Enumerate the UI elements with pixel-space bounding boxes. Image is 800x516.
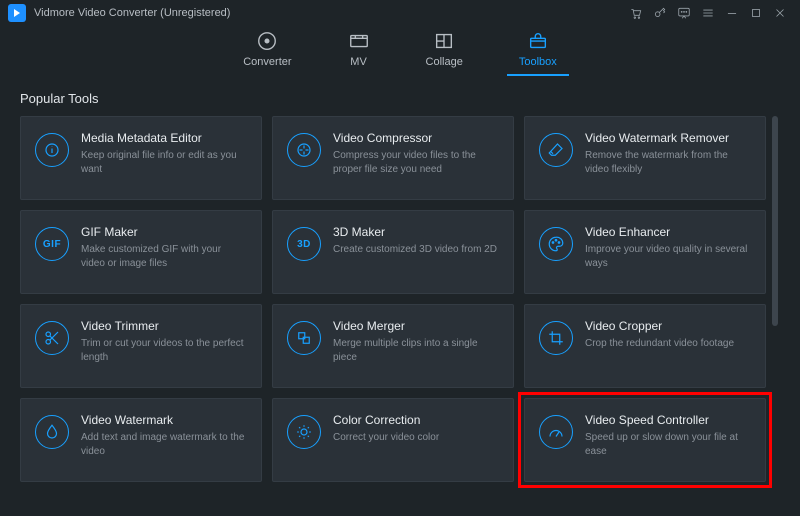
menu-icon[interactable] — [696, 1, 720, 25]
tool-card-desc: Compress your video files to the proper … — [333, 149, 499, 177]
tool-card-title: Video Merger — [333, 319, 499, 333]
tool-card-title: Video Compressor — [333, 131, 499, 145]
3d-icon: 3D — [287, 227, 321, 261]
tool-card-title: Video Speed Controller — [585, 413, 751, 427]
tool-card-desc: Speed up or slow down your file at ease — [585, 431, 751, 459]
crop-icon — [539, 321, 573, 355]
tool-card-desc: Trim or cut your videos to the perfect l… — [81, 337, 247, 365]
gauge-icon — [539, 415, 573, 449]
tool-card-title: GIF Maker — [81, 225, 247, 239]
feedback-icon[interactable] — [672, 1, 696, 25]
tool-card-video-watermark-remover[interactable]: Video Watermark Remover Remove the waterm… — [524, 116, 766, 200]
tool-card-title: Color Correction — [333, 413, 499, 427]
scrollbar-thumb[interactable] — [772, 116, 778, 326]
sun-icon — [287, 415, 321, 449]
tab-collage[interactable]: Collage — [426, 32, 463, 76]
tool-card-body: 3D Maker Create customized 3D video from … — [333, 225, 499, 257]
tool-card-title: Video Cropper — [585, 319, 751, 333]
tool-card-3d-maker[interactable]: 3D 3D Maker Create customized 3D video fro… — [272, 210, 514, 294]
titlebar: Vidmore Video Converter (Unregistered) — [0, 0, 800, 26]
palette-icon — [539, 227, 573, 261]
tool-card-video-compressor[interactable]: Video Compressor Compress your video file… — [272, 116, 514, 200]
tool-card-body: Video Cropper Crop the redundant video fo… — [585, 319, 751, 351]
tool-card-desc: Improve your video quality in several wa… — [585, 243, 751, 271]
tool-card-title: 3D Maker — [333, 225, 499, 239]
tool-card-video-merger[interactable]: Video Merger Merge multiple clips into a … — [272, 304, 514, 388]
tool-card-body: Video Trimmer Trim or cut your videos to … — [81, 319, 247, 365]
tool-card-desc: Create customized 3D video from 2D — [333, 243, 499, 257]
app-logo — [8, 4, 26, 22]
tool-grid: Media Metadata Editor Keep original file … — [20, 116, 780, 482]
tool-card-video-cropper[interactable]: Video Cropper Crop the redundant video fo… — [524, 304, 766, 388]
cart-icon[interactable] — [624, 1, 648, 25]
tool-card-desc: Make customized GIF with your video or i… — [81, 243, 247, 271]
tool-card-title: Video Watermark — [81, 413, 247, 427]
tool-card-body: Video Speed Controller Speed up or slow d… — [585, 413, 751, 459]
tool-card-video-speed-controller[interactable]: Video Speed Controller Speed up or slow d… — [524, 398, 766, 482]
scissors-icon — [35, 321, 69, 355]
window-title: Vidmore Video Converter (Unregistered) — [34, 7, 230, 19]
tool-card-desc: Keep original file info or edit as you w… — [81, 149, 247, 177]
tool-card-video-watermark[interactable]: Video Watermark Add text and image waterm… — [20, 398, 262, 482]
tool-card-body: Video Watermark Add text and image waterm… — [81, 413, 247, 459]
tab-label: Converter — [243, 56, 291, 68]
collage-icon — [433, 32, 455, 50]
gif-icon: GIF — [35, 227, 69, 261]
merge-icon — [287, 321, 321, 355]
drop-icon — [35, 415, 69, 449]
tab-label: Collage — [426, 56, 463, 68]
tool-card-title: Video Watermark Remover — [585, 131, 751, 145]
tool-card-body: Media Metadata Editor Keep original file … — [81, 131, 247, 177]
toolbox-icon — [527, 32, 549, 50]
tab-label: Toolbox — [519, 56, 557, 68]
tab-label: MV — [350, 56, 367, 68]
tool-card-video-enhancer[interactable]: Video Enhancer Improve your video quality… — [524, 210, 766, 294]
tab-mv[interactable]: MV — [348, 32, 370, 76]
minimize-icon[interactable] — [720, 1, 744, 25]
key-icon[interactable] — [648, 1, 672, 25]
tool-card-body: Video Watermark Remover Remove the waterm… — [585, 131, 751, 177]
tool-card-desc: Correct your video color — [333, 431, 499, 445]
tab-converter[interactable]: Converter — [243, 32, 291, 76]
top-nav: Converter MV Collage Toolbox — [0, 26, 800, 77]
toolbox-section: Popular Tools Media Metadata Editor Keep … — [0, 77, 800, 482]
tool-card-desc: Remove the watermark from the video flex… — [585, 149, 751, 177]
tool-card-title: Video Enhancer — [585, 225, 751, 239]
eraser-icon — [539, 133, 573, 167]
scrollbar[interactable] — [772, 116, 778, 482]
section-title: Popular Tools — [20, 91, 780, 106]
close-icon[interactable] — [768, 1, 792, 25]
tool-card-body: Video Merger Merge multiple clips into a … — [333, 319, 499, 365]
converter-icon — [256, 32, 278, 50]
tool-card-title: Media Metadata Editor — [81, 131, 247, 145]
tool-card-gif-maker[interactable]: GIF GIF Maker Make customized GIF with you… — [20, 210, 262, 294]
info-icon — [35, 133, 69, 167]
tool-card-body: Video Compressor Compress your video file… — [333, 131, 499, 177]
compress-icon — [287, 133, 321, 167]
tool-card-desc: Add text and image watermark to the vide… — [81, 431, 247, 459]
tool-card-body: GIF Maker Make customized GIF with your v… — [81, 225, 247, 271]
tool-card-video-trimmer[interactable]: Video Trimmer Trim or cut your videos to … — [20, 304, 262, 388]
tool-card-desc: Merge multiple clips into a single piece — [333, 337, 499, 365]
tool-card-body: Video Enhancer Improve your video quality… — [585, 225, 751, 271]
tool-card-media-metadata-editor[interactable]: Media Metadata Editor Keep original file … — [20, 116, 262, 200]
tool-card-color-correction[interactable]: Color Correction Correct your video color — [272, 398, 514, 482]
tool-card-body: Color Correction Correct your video color — [333, 413, 499, 445]
maximize-icon[interactable] — [744, 1, 768, 25]
tool-card-title: Video Trimmer — [81, 319, 247, 333]
mv-icon — [348, 32, 370, 50]
tool-card-desc: Crop the redundant video footage — [585, 337, 751, 351]
tab-toolbox[interactable]: Toolbox — [519, 32, 557, 76]
